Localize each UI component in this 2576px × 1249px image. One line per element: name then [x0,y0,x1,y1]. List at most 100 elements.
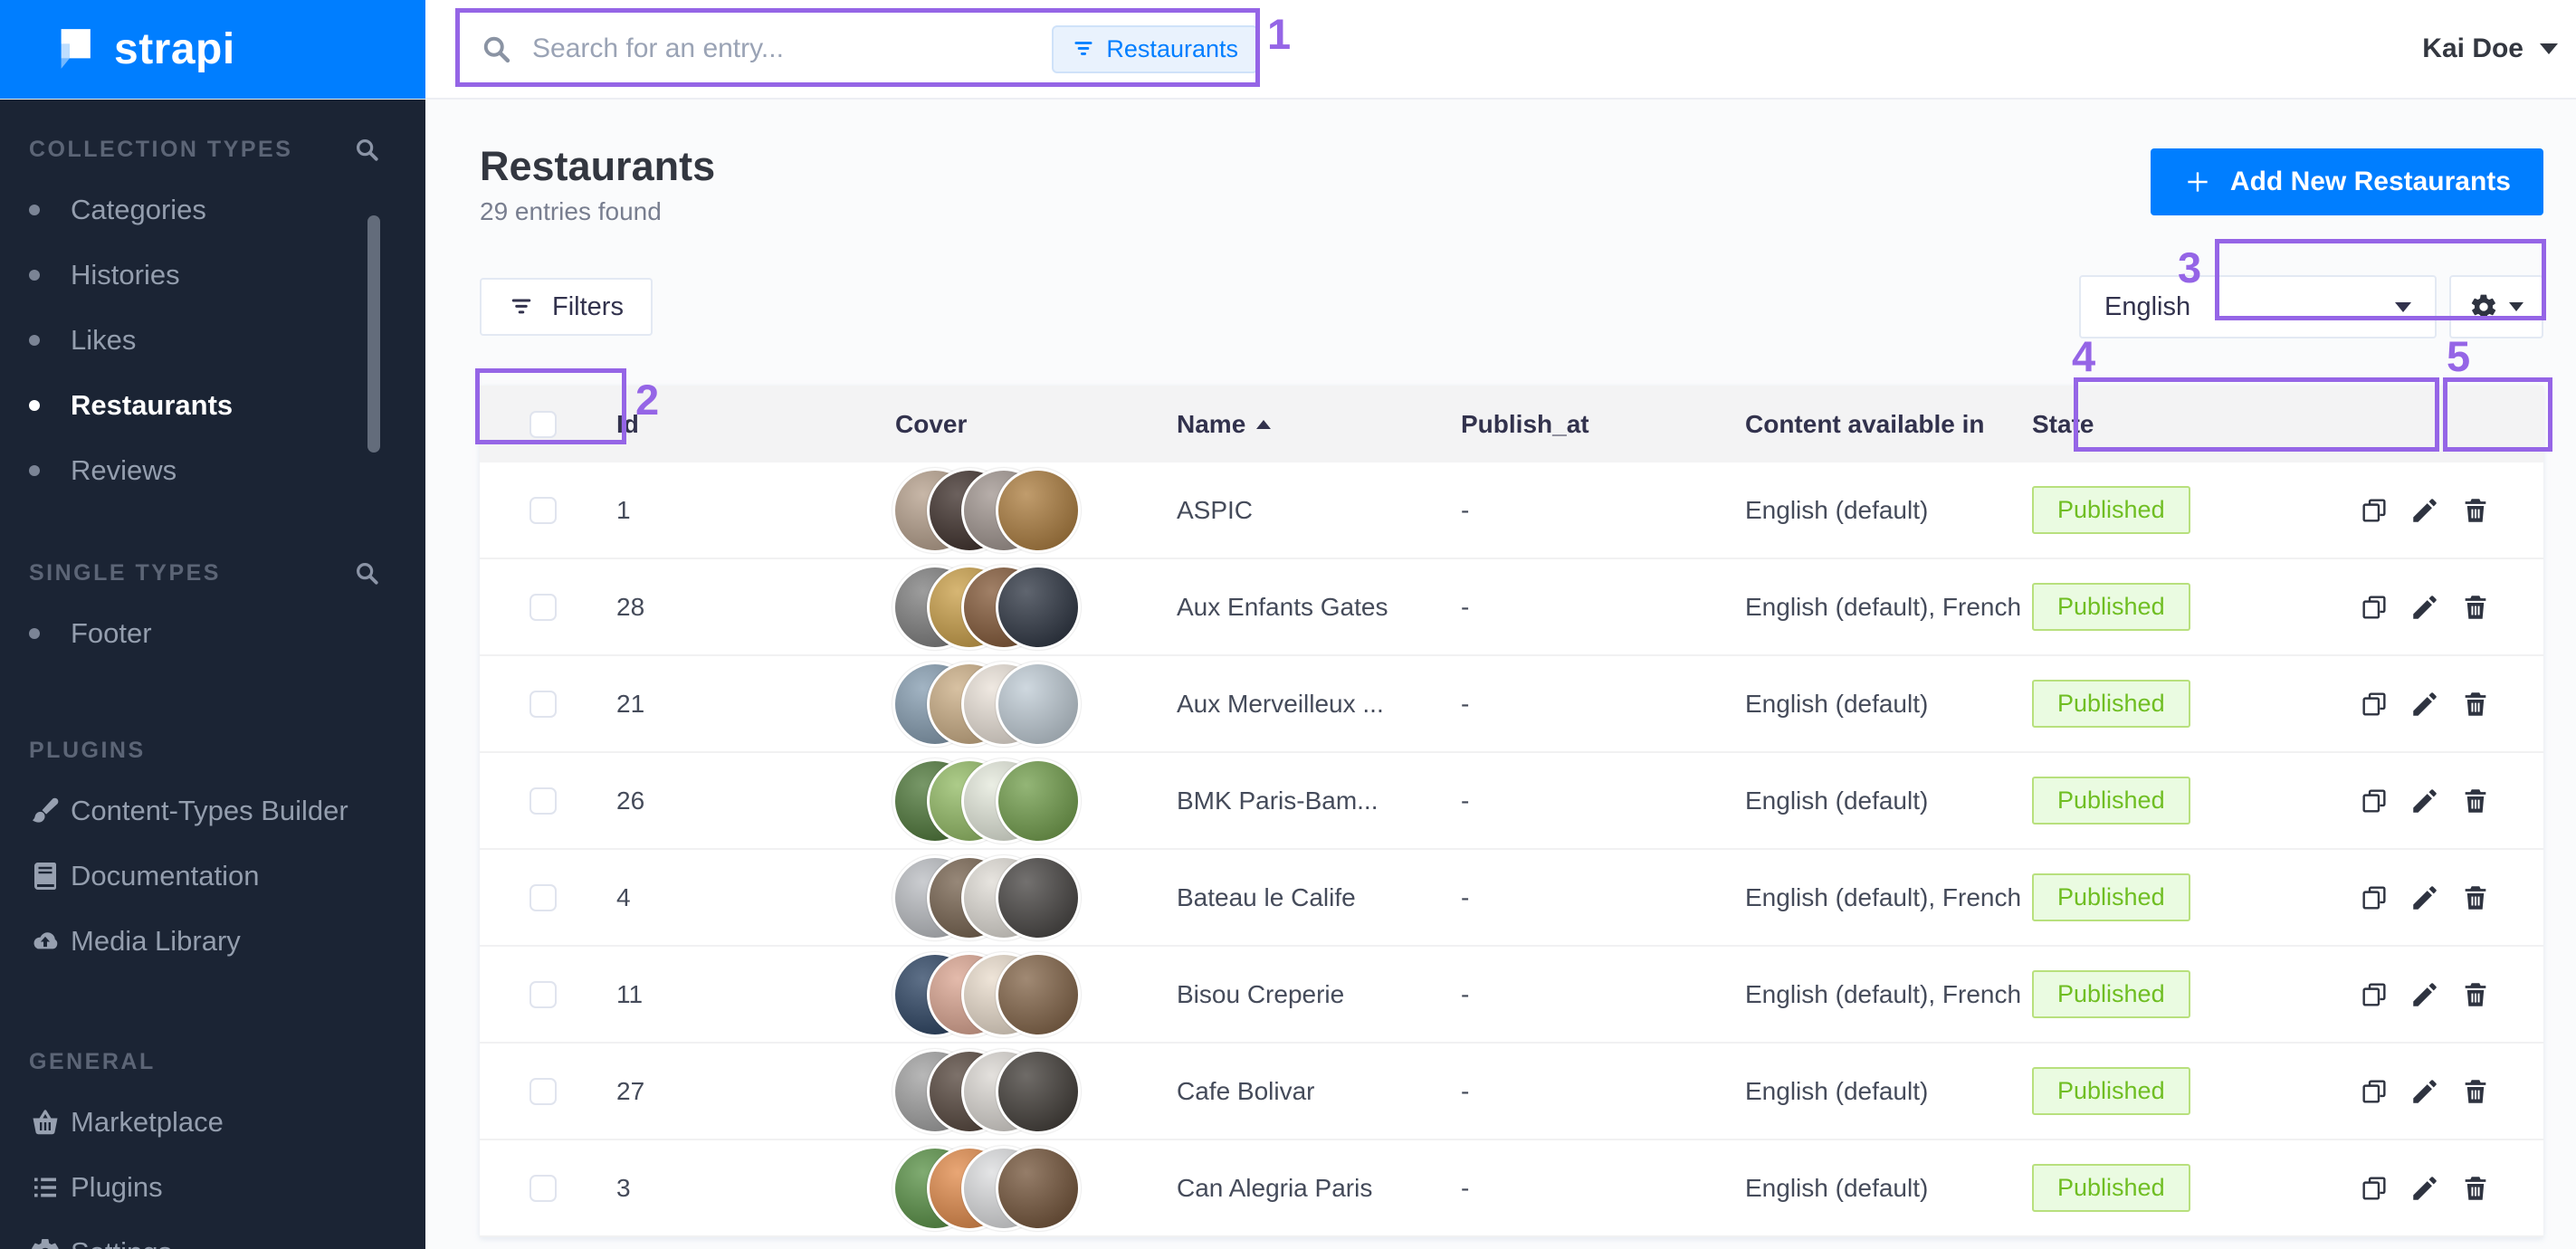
duplicate-icon[interactable] [2359,495,2390,526]
bullet-icon [29,465,40,476]
cover-image [998,761,1078,841]
row-checkbox[interactable] [530,594,557,621]
duplicate-icon[interactable] [2359,882,2390,913]
brush-icon [29,795,62,827]
sidebar-item-label: Likes [71,324,136,357]
strapi-logo-text: strapi [114,24,235,74]
sidebar-scrollbar[interactable] [367,215,380,453]
sidebar-item-media-library[interactable]: Media Library [0,909,425,974]
cover-thumbnails [895,567,1078,647]
duplicate-icon[interactable] [2359,979,2390,1010]
duplicate-icon[interactable] [2359,689,2390,720]
edit-icon[interactable] [2409,882,2440,913]
filters-button[interactable]: Filters [480,278,653,336]
table-row-aux-merveilleux[interactable]: 21Aux Merveilleux ...-English (default)P… [480,656,2543,753]
user-menu[interactable]: Kai Doe [2422,33,2576,64]
delete-icon[interactable] [2460,786,2491,816]
row-checkbox[interactable] [530,691,557,718]
cover-image [998,955,1078,1034]
entries-table: Id Cover Name Publish_at Content availab… [480,386,2543,1237]
column-header-publish-at[interactable]: Publish_at [1461,410,1745,439]
cell-id: 28 [616,593,895,622]
add-new-restaurants-button[interactable]: Add New Restaurants [2151,148,2543,215]
cover-image [998,1052,1078,1131]
section-plugins: PLUGINS Content-Types BuilderDocumentati… [0,737,425,974]
table-row-aux-enfants-gates[interactable]: 28Aux Enfants Gates-English (default), F… [480,559,2543,656]
sidebar-item-likes[interactable]: Likes [0,308,425,373]
cell-publish-at: - [1461,787,1745,815]
row-checkbox[interactable] [530,884,557,911]
edit-icon[interactable] [2409,592,2440,623]
sidebar-item-plugins[interactable]: Plugins [0,1155,425,1220]
duplicate-icon[interactable] [2359,1076,2390,1107]
status-badge: Published [2032,486,2190,534]
plus-icon [2183,167,2212,196]
sidebar-item-restaurants[interactable]: Restaurants [0,373,425,438]
table-row-cafe-bolivar[interactable]: 27Cafe Bolivar-English (default)Publishe… [480,1044,2543,1140]
table-row-aspic[interactable]: 1ASPIC-English (default)Published [480,462,2543,559]
strapi-logo[interactable]: strapi [0,0,425,99]
sidebar-item-footer[interactable]: Footer [0,601,425,666]
search-filter-chip[interactable]: Restaurants [1052,25,1258,73]
delete-icon[interactable] [2460,979,2491,1010]
duplicate-icon[interactable] [2359,592,2390,623]
column-header-locales[interactable]: Content available in [1745,410,2032,439]
edit-icon[interactable] [2409,786,2440,816]
section-title: GENERAL [29,1049,156,1075]
cell-name: ASPIC [1177,496,1461,525]
delete-icon[interactable] [2460,495,2491,526]
duplicate-icon[interactable] [2359,786,2390,816]
column-header-name[interactable]: Name [1177,410,1461,439]
edit-icon[interactable] [2409,979,2440,1010]
sidebar-item-marketplace[interactable]: Marketplace [0,1090,425,1155]
duplicate-icon[interactable] [2359,1173,2390,1204]
select-all-checkbox[interactable] [530,411,557,438]
sidebar-item-content-types-builder[interactable]: Content-Types Builder [0,778,425,844]
sidebar-item-categories[interactable]: Categories [0,177,425,243]
delete-icon[interactable] [2460,1173,2491,1204]
cell-name: Cafe Bolivar [1177,1077,1461,1106]
cell-locales: English (default) [1745,1174,2032,1203]
cell-publish-at: - [1461,883,1745,912]
sidebar-item-reviews[interactable]: Reviews [0,438,425,503]
cover-image [998,858,1078,938]
row-checkbox[interactable] [530,1175,557,1202]
sidebar-item-label: Settings [71,1236,172,1249]
search-icon[interactable] [353,559,380,586]
table-row-bmk-paris-bam[interactable]: 26BMK Paris-Bam...-English (default)Publ… [480,753,2543,850]
delete-icon[interactable] [2460,882,2491,913]
column-header-cover[interactable]: Cover [895,410,1177,439]
table-row-bisou-creperie[interactable]: 11Bisou Creperie-English (default), Fren… [480,947,2543,1044]
status-badge: Published [2032,583,2190,631]
row-checkbox[interactable] [530,787,557,815]
column-header-state[interactable]: State [2032,410,2240,439]
edit-icon[interactable] [2409,689,2440,720]
bullet-icon [29,335,40,346]
settings-dropdown-button[interactable] [2449,275,2543,338]
sort-asc-icon [1256,420,1271,429]
section-general: GENERAL MarketplacePlugins Settings [0,1048,425,1249]
edit-icon[interactable] [2409,495,2440,526]
sidebar-item-label: Documentation [71,860,260,892]
column-header-id[interactable]: Id [616,410,895,439]
sidebar-item-histories[interactable]: Histories [0,243,425,308]
cover-thumbnails [895,955,1078,1034]
edit-icon[interactable] [2409,1173,2440,1204]
list-icon [29,1171,62,1204]
row-checkbox[interactable] [530,1078,557,1105]
search-input[interactable] [532,33,1032,64]
locale-select[interactable]: English [2079,275,2437,338]
cover-thumbnails [895,858,1078,938]
sidebar-item-settings[interactable]: Settings [0,1220,425,1249]
cover-image [998,471,1078,550]
search-icon[interactable] [353,136,380,163]
table-row-can-alegria-paris[interactable]: 3Can Alegria Paris-English (default)Publ… [480,1140,2543,1237]
delete-icon[interactable] [2460,689,2491,720]
row-checkbox[interactable] [530,497,557,524]
edit-icon[interactable] [2409,1076,2440,1107]
delete-icon[interactable] [2460,592,2491,623]
sidebar-item-documentation[interactable]: Documentation [0,844,425,909]
table-row-bateau-le-calife[interactable]: 4Bateau le Calife-English (default), Fre… [480,850,2543,947]
row-checkbox[interactable] [530,981,557,1008]
delete-icon[interactable] [2460,1076,2491,1107]
